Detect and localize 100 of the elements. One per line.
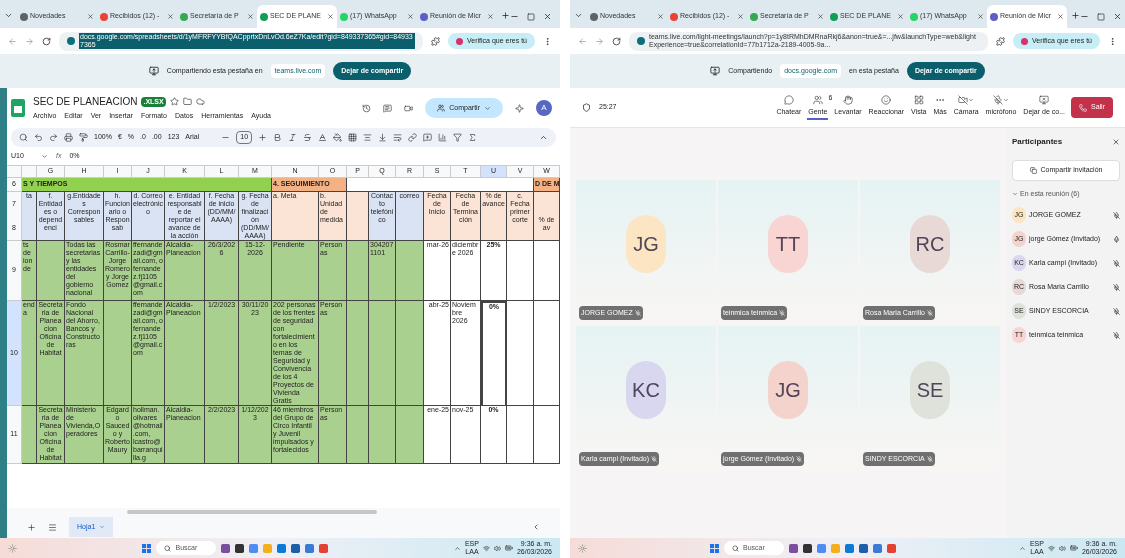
search-icon[interactable] — [19, 133, 28, 142]
reload-icon[interactable] — [612, 36, 621, 46]
avatar-initials: RC — [910, 215, 950, 273]
tab-list-icon[interactable] — [574, 11, 583, 20]
close-icon[interactable] — [247, 13, 254, 20]
video-icon[interactable] — [404, 103, 414, 113]
fill-color-icon[interactable] — [333, 133, 343, 142]
chevron-icon[interactable] — [1012, 190, 1018, 197]
comment-icon[interactable] — [383, 103, 393, 113]
shield-icon — [582, 103, 591, 112]
battery-icon[interactable] — [1069, 544, 1078, 552]
wifi-icon[interactable] — [482, 544, 490, 552]
volume-icon[interactable] — [493, 544, 501, 552]
avatar-initials: TT — [768, 215, 808, 273]
wrap-icon[interactable] — [393, 133, 403, 142]
link-icon[interactable] — [408, 133, 418, 142]
sheets-logo-icon[interactable] — [11, 99, 25, 117]
new-tab-icon[interactable] — [1071, 11, 1080, 20]
back-icon[interactable] — [8, 36, 17, 46]
strikethrough-icon[interactable] — [303, 133, 313, 142]
volume-icon[interactable] — [1058, 544, 1066, 552]
maximize-icon[interactable] — [1097, 12, 1105, 21]
comment-icon[interactable] — [423, 133, 433, 142]
text-color-icon[interactable] — [318, 133, 328, 142]
chart-icon[interactable] — [438, 133, 448, 142]
site-icon — [67, 37, 75, 45]
tray-icon[interactable] — [1018, 544, 1026, 552]
smiley-icon — [881, 94, 892, 105]
people-icon — [812, 94, 823, 105]
paint-format-icon[interactable] — [79, 133, 88, 142]
windows-icon[interactable] — [142, 543, 152, 553]
reload-icon[interactable] — [42, 36, 51, 46]
mic-off-icon — [992, 94, 1003, 105]
battery-icon[interactable] — [504, 544, 513, 552]
weather-icon[interactable] — [578, 543, 587, 553]
close-icon[interactable] — [167, 13, 174, 20]
windows-icon[interactable] — [709, 543, 719, 553]
tab-list-icon[interactable] — [4, 11, 13, 20]
extensions-icon[interactable] — [996, 36, 1006, 46]
avatar-initials: SE — [910, 361, 950, 419]
functions-icon[interactable] — [468, 133, 478, 142]
sheet-list-icon[interactable] — [48, 522, 57, 532]
close-icon[interactable] — [737, 13, 744, 20]
favicon-icon — [590, 12, 598, 21]
close-icon[interactable] — [407, 13, 414, 20]
cloud-icon[interactable] — [195, 97, 205, 107]
search-icon — [731, 544, 739, 552]
scroll-left-icon[interactable] — [532, 523, 540, 531]
maximize-icon[interactable] — [527, 12, 535, 21]
new-tab-icon[interactable] — [501, 11, 510, 20]
chat-icon — [783, 94, 794, 105]
close-icon[interactable] — [657, 13, 664, 20]
forward-icon[interactable] — [595, 36, 604, 46]
history-icon[interactable] — [362, 103, 372, 113]
wifi-icon[interactable] — [1047, 544, 1055, 552]
redo-icon[interactable] — [49, 133, 58, 142]
close-icon[interactable] — [977, 13, 984, 20]
close-icon[interactable] — [327, 13, 334, 20]
folder-icon[interactable] — [182, 97, 192, 107]
panel-title: Participantes — [1012, 136, 1063, 148]
add-sheet-icon[interactable] — [27, 522, 36, 532]
caret-icon[interactable] — [41, 152, 48, 160]
extensions-icon[interactable] — [431, 36, 441, 46]
forward-icon[interactable] — [25, 36, 34, 46]
close-icon[interactable] — [1057, 13, 1064, 20]
plus-icon[interactable] — [258, 133, 268, 142]
close-icon[interactable] — [87, 13, 94, 20]
search-icon — [164, 544, 172, 552]
close-icon[interactable] — [1113, 12, 1122, 21]
screen-share-icon — [710, 66, 721, 76]
stop-share-icon — [1039, 94, 1050, 105]
filter-icon[interactable] — [453, 133, 463, 142]
close-icon[interactable] — [487, 13, 494, 20]
scrollbar-thumb[interactable] — [127, 510, 377, 514]
weather-icon[interactable] — [8, 543, 17, 553]
star-icon[interactable] — [169, 97, 179, 107]
avatar-initials: JG — [768, 361, 808, 419]
tray-icon[interactable] — [453, 544, 461, 552]
borders-icon[interactable] — [348, 133, 358, 142]
bold-icon[interactable] — [273, 133, 283, 142]
phone-icon — [1079, 103, 1087, 112]
vertical-align-icon[interactable] — [378, 133, 388, 142]
align-icon[interactable] — [363, 133, 373, 142]
sparkle-icon[interactable] — [515, 103, 524, 113]
collapse-icon[interactable] — [539, 133, 548, 142]
undo-icon[interactable] — [34, 133, 43, 142]
italic-icon[interactable] — [288, 133, 298, 142]
print-icon[interactable] — [64, 133, 73, 142]
back-icon[interactable] — [578, 36, 587, 46]
document-title[interactable]: SEC DE PLANEACION — [33, 94, 138, 110]
close-icon[interactable] — [817, 13, 824, 20]
mic-off-icon — [779, 309, 786, 316]
close-icon[interactable] — [1112, 138, 1120, 146]
close-icon[interactable] — [543, 12, 552, 21]
user-avatar[interactable]: A — [536, 100, 552, 116]
menu-icon[interactable] — [543, 36, 552, 46]
close-icon[interactable] — [897, 13, 904, 20]
menu-icon[interactable] — [1108, 36, 1117, 46]
favicon-icon — [340, 12, 348, 21]
hand-icon — [843, 94, 853, 105]
